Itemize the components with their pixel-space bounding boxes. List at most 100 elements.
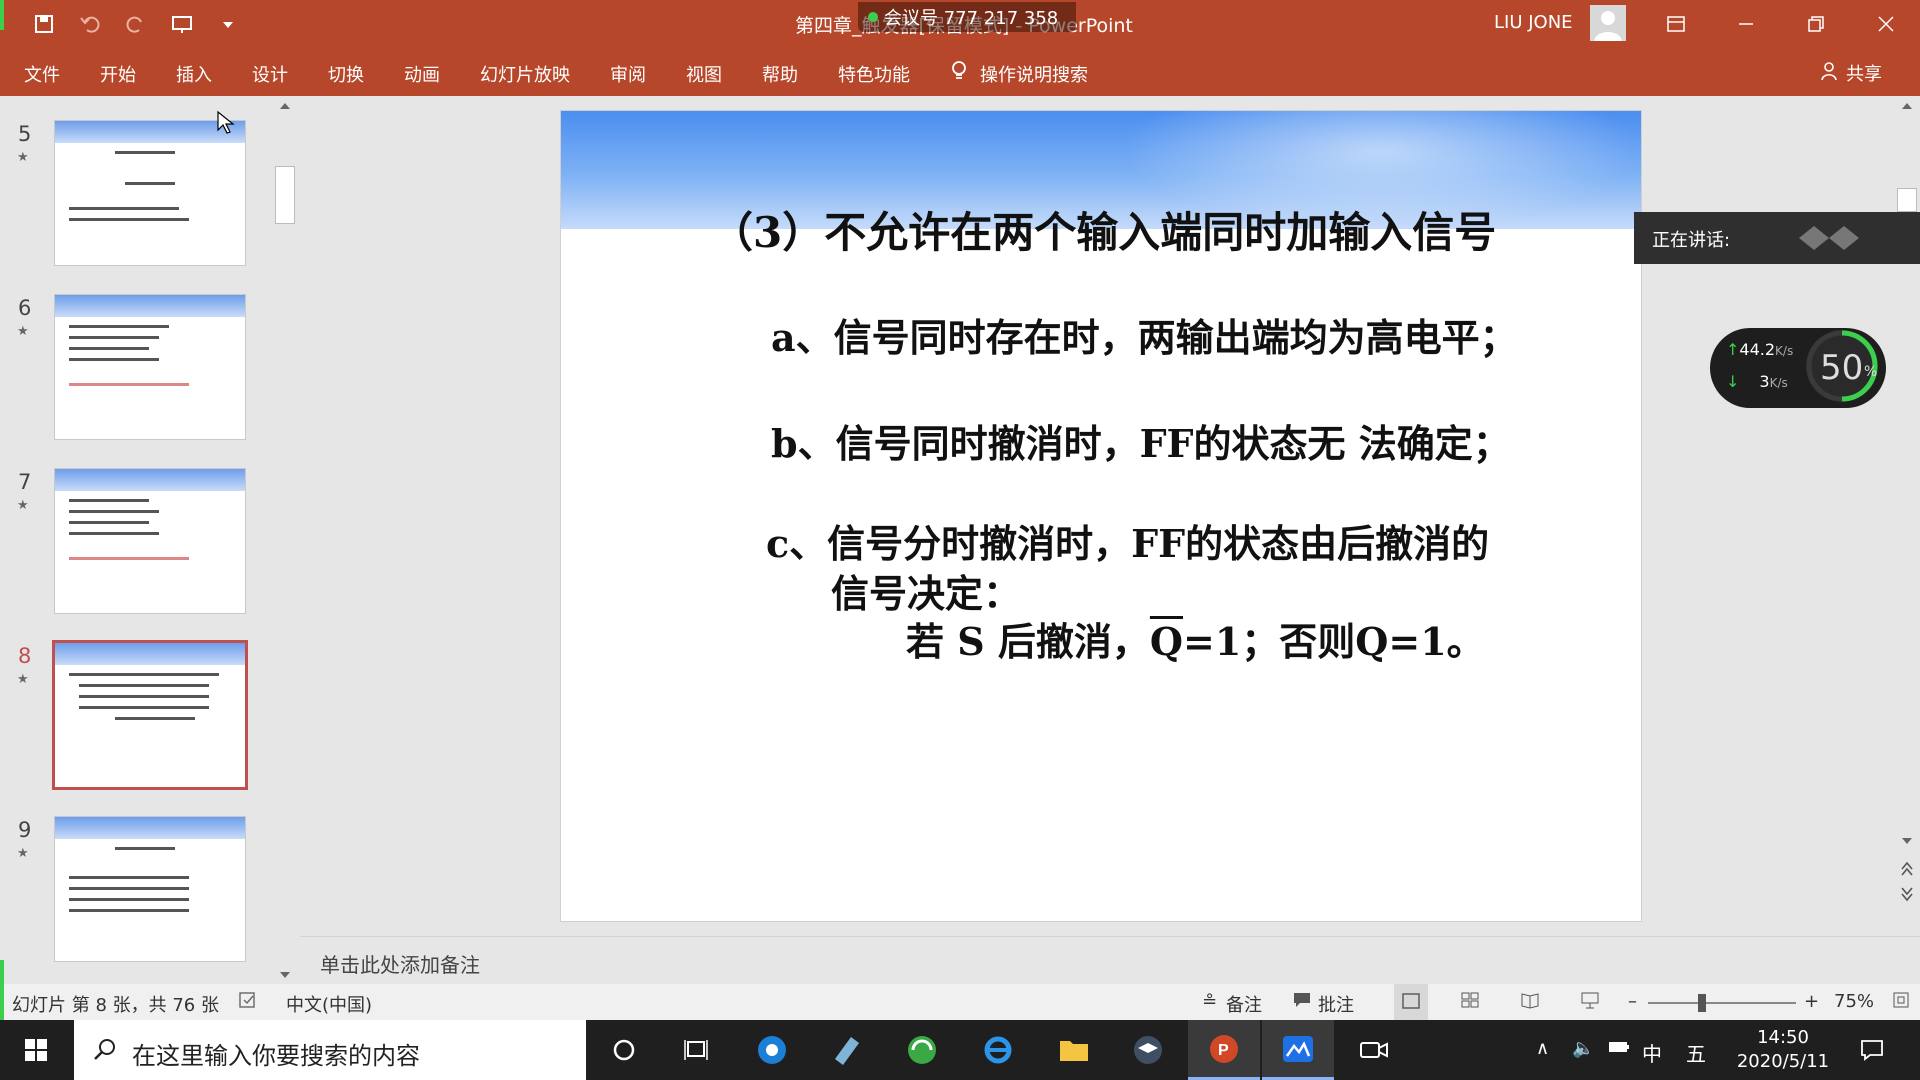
thumbnail-slide-6[interactable]: 6 ★	[0, 294, 280, 454]
animation-star-icon: ★	[17, 672, 29, 687]
tab-design[interactable]: 设计	[252, 61, 288, 87]
notes-pane[interactable]: 单击此处添加备注	[300, 936, 1920, 984]
reading-view-icon[interactable]	[1520, 991, 1540, 1014]
meeting-app-icon[interactable]	[1262, 1020, 1334, 1080]
slide-number: 9	[18, 818, 32, 842]
tab-animations[interactable]: 动画	[404, 61, 440, 87]
slide-number: 5	[18, 122, 32, 146]
tab-slideshow[interactable]: 幻灯片放映	[480, 61, 570, 87]
user-name[interactable]: LIU JONE	[1494, 12, 1573, 33]
slide-line-a[interactable]: a、信号同时存在时，两输出端均为高电平；	[771, 307, 1518, 362]
slide-sorter-icon[interactable]	[1460, 991, 1480, 1014]
spellcheck-icon[interactable]	[238, 991, 258, 1014]
slide-preview[interactable]	[54, 468, 246, 614]
cortana-icon[interactable]	[588, 1020, 660, 1080]
file-explorer-icon[interactable]	[1038, 1020, 1110, 1080]
scrollbar-thumb[interactable]	[1897, 188, 1917, 212]
share-button[interactable]: 共享	[1820, 60, 1882, 86]
tab-file[interactable]: 文件	[24, 61, 60, 87]
slide-line-c1[interactable]: c、信号分时撤消时，FF的状态由后撤消的	[766, 513, 1489, 568]
slide-preview[interactable]	[54, 294, 246, 440]
thumbnail-slide-7[interactable]: 7 ★	[0, 468, 280, 628]
zoom-out-button[interactable]: –	[1628, 991, 1637, 1012]
notes-toggle-button[interactable]: 备注	[1226, 991, 1262, 1017]
system-clock[interactable]: 14:50 2020/5/11	[1718, 1026, 1848, 1074]
previous-slide-icon[interactable]	[1896, 860, 1918, 880]
tab-review[interactable]: 审阅	[610, 61, 646, 87]
tab-insert[interactable]: 插入	[176, 61, 212, 87]
start-from-beginning-icon[interactable]	[168, 12, 196, 36]
ime-mode-indicator[interactable]: 五	[1686, 1038, 1706, 1067]
thumbnail-slide-5[interactable]: 5 ★	[0, 120, 280, 280]
zoom-in-button[interactable]: +	[1804, 991, 1819, 1012]
zoom-slider-handle[interactable]	[1698, 994, 1706, 1012]
current-slide[interactable]: （3）不允许在两个输入端同时加输入信号 a、信号同时存在时，两输出端均为高电平；…	[560, 110, 1642, 922]
slide-preview-selected[interactable]	[52, 640, 248, 790]
tell-me-search[interactable]: 操作说明搜索	[950, 60, 1088, 87]
network-speed-widget[interactable]: ↑44.2K/s ↓ 3K/s 50 %	[1710, 328, 1886, 408]
notes-placeholder[interactable]: 单击此处添加备注	[320, 949, 480, 978]
undo-icon[interactable]	[76, 12, 104, 36]
tab-view[interactable]: 视图	[686, 61, 722, 87]
comments-button[interactable]: 批注	[1318, 991, 1354, 1017]
browser-app-icon[interactable]	[736, 1020, 808, 1080]
ribbon-display-options-icon[interactable]	[1642, 0, 1710, 48]
status-bar: 幻灯片 第 8 张，共 76 张 中文(中国) ≗ 备注 批注 – + 75%	[0, 984, 1920, 1020]
comment-icon[interactable]	[1292, 991, 1312, 1014]
volume-icon[interactable]: 🔈	[1572, 1038, 1594, 1059]
windows-taskbar: 在这里输入你要搜索的内容 P ∧ 🔈 中 五 14:50 2020/5/11	[0, 1020, 1920, 1080]
ime-language-indicator[interactable]: 中	[1642, 1038, 1662, 1067]
language-indicator[interactable]: 中文(中国)	[286, 991, 372, 1017]
360-browser-icon[interactable]	[886, 1020, 958, 1080]
scroll-down-icon[interactable]	[274, 968, 296, 982]
education-app-icon[interactable]	[1112, 1020, 1184, 1080]
action-center-icon[interactable]	[1836, 1020, 1908, 1080]
internet-explorer-icon[interactable]	[962, 1020, 1034, 1080]
slide-preview[interactable]	[54, 816, 246, 962]
thumbnail-slide-9[interactable]: 9 ★	[0, 816, 280, 976]
meeting-status-icon	[868, 12, 878, 22]
battery-icon[interactable]	[1608, 1038, 1630, 1059]
notes-toggle-icon[interactable]: ≗	[1202, 991, 1217, 1012]
minimize-button[interactable]	[1712, 0, 1780, 48]
slide-line-b[interactable]: b、信号同时撤消时，FF的状态无 法确定；	[771, 413, 1511, 468]
zoom-slider[interactable]	[1648, 1002, 1796, 1004]
video-camera-icon[interactable]	[1338, 1020, 1410, 1080]
save-icon[interactable]	[30, 12, 58, 36]
zoom-level[interactable]: 75%	[1834, 991, 1874, 1012]
thumbnail-scrollbar[interactable]	[274, 98, 296, 982]
slide-preview[interactable]	[54, 120, 246, 266]
close-button[interactable]	[1852, 0, 1920, 48]
taskbar-search-box[interactable]: 在这里输入你要搜索的内容	[74, 1020, 586, 1080]
slide-line-d[interactable]: 若 S 后撤消，Q=1；否则Q=1。	[906, 611, 1485, 666]
normal-view-icon[interactable]	[1394, 984, 1428, 1020]
thumbnail-slide-8[interactable]: 8 ★	[0, 640, 280, 802]
tab-transitions[interactable]: 切换	[328, 61, 364, 87]
usage-percent: 50	[1820, 348, 1864, 388]
animation-star-icon: ★	[17, 150, 29, 165]
scrollbar-thumb[interactable]	[275, 166, 295, 224]
slide-title[interactable]: （3）不允许在两个输入端同时加输入信号	[711, 199, 1496, 260]
customize-qat-icon[interactable]	[214, 12, 242, 36]
scroll-down-icon[interactable]	[1896, 834, 1918, 848]
next-slide-icon[interactable]	[1896, 884, 1918, 904]
task-view-icon[interactable]	[660, 1020, 732, 1080]
tab-home[interactable]: 开始	[100, 61, 136, 87]
windows-start-button[interactable]	[0, 1020, 72, 1080]
recording-border-mark	[0, 0, 4, 30]
redo-icon[interactable]	[122, 12, 150, 36]
notes-app-icon[interactable]	[810, 1020, 882, 1080]
scroll-up-icon[interactable]	[1896, 99, 1918, 113]
slide-line-c2[interactable]: 信号决定：	[831, 563, 1021, 618]
fit-to-window-icon[interactable]	[1892, 991, 1910, 1014]
show-hidden-icons-chevron-icon[interactable]: ∧	[1536, 1038, 1549, 1059]
slideshow-view-icon[interactable]	[1580, 991, 1600, 1014]
tab-help[interactable]: 帮助	[762, 61, 798, 87]
speaking-label: 正在讲话:	[1652, 230, 1731, 251]
powerpoint-app-icon[interactable]: P	[1188, 1020, 1260, 1080]
scroll-up-icon[interactable]	[274, 99, 296, 113]
slide-thumbnail-pane: 5 ★ 6 ★ 7 ★ 8 ★ 9 ★	[0, 96, 300, 984]
restore-button[interactable]	[1782, 0, 1850, 48]
avatar[interactable]	[1590, 5, 1626, 41]
tab-special-features[interactable]: 特色功能	[838, 61, 910, 87]
